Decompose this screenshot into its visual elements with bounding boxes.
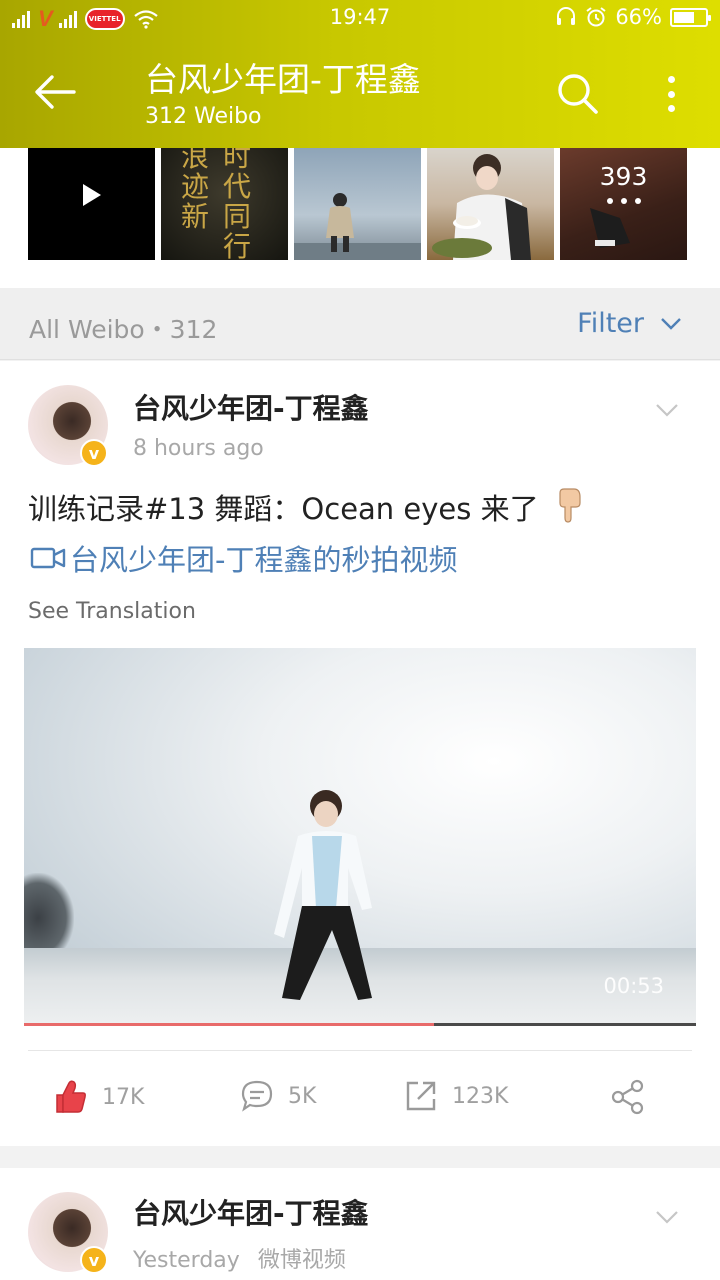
filter-bar: All Weibo・312 Filter — [0, 288, 720, 360]
video-progress-bar[interactable] — [24, 1023, 696, 1026]
battery-fill — [674, 11, 694, 23]
weibo-post[interactable]: v 台风少年团-丁程鑫 8 hours ago 训练记录#13 舞蹈：Ocean… — [0, 361, 720, 1146]
repost-count: 123K — [452, 1083, 509, 1109]
repost-button[interactable]: 123K — [404, 1079, 508, 1113]
video-dancer-figure — [274, 790, 372, 1000]
media-thumb-video[interactable] — [28, 148, 155, 260]
app-header: V VIETTEL 19:47 66% 台风少年团-丁程鑫 312 Weibo — [0, 0, 720, 148]
search-icon[interactable] — [556, 72, 600, 116]
post-text: 训练记录#13 舞蹈：Ocean eyes 来了 — [28, 485, 698, 533]
video-link-text: 台风少年团-丁程鑫的秒拍视频 — [70, 543, 458, 577]
comment-count: 5K — [288, 1083, 317, 1109]
verified-badge-icon: v — [80, 439, 108, 467]
title-block: 台风少年团-丁程鑫 312 Weibo — [145, 60, 421, 132]
pointing-down-emoji-icon — [559, 488, 581, 523]
more-photos-count: 393 — [599, 162, 648, 191]
video-link[interactable]: 台风少年团-丁程鑫的秒拍视频 — [30, 537, 457, 579]
post-menu-chevron-icon[interactable] — [654, 397, 680, 423]
battery-percent: 66% — [615, 5, 662, 29]
more-vertical-icon[interactable] — [656, 72, 686, 116]
post-time: Yesterday 微博视频 — [133, 1242, 346, 1274]
share-button[interactable] — [610, 1079, 646, 1115]
more-dots-icon — [560, 198, 687, 204]
video-duration: 00:53 — [603, 974, 664, 998]
poster-text-right: 时代同行 — [223, 148, 252, 260]
poster-text-left: 浪迹新 — [181, 148, 210, 233]
page-title: 台风少年团-丁程鑫 — [145, 60, 421, 99]
headset-icon — [557, 7, 576, 25]
post-text-content: 训练记录#13 舞蹈：Ocean eyes 来了 — [28, 492, 539, 526]
page-subtitle: 312 Weibo — [145, 104, 262, 129]
filter-button[interactable]: Filter — [577, 308, 682, 339]
author-name[interactable]: 台风少年团-丁程鑫 — [133, 1192, 369, 1232]
alarm-icon — [586, 7, 606, 27]
post-actions: 17K 5K 123K — [0, 1051, 720, 1146]
post-timestamp: Yesterday — [133, 1248, 240, 1273]
play-icon — [83, 184, 101, 206]
author-name[interactable]: 台风少年团-丁程鑫 — [133, 387, 369, 427]
back-arrow-icon[interactable] — [32, 72, 78, 112]
video-player[interactable]: 00:53 — [24, 648, 696, 1026]
like-button[interactable]: 17K — [52, 1079, 144, 1115]
person-dining — [432, 154, 531, 260]
post-time: 8 hours ago — [133, 436, 264, 461]
chevron-down-icon — [661, 317, 681, 330]
post-source: 微博视频 — [257, 1248, 346, 1273]
comment-icon — [241, 1080, 273, 1112]
repost-icon — [406, 1081, 436, 1111]
person-silhouette — [294, 193, 421, 260]
media-thumb-photo[interactable] — [427, 148, 554, 260]
post-timestamp: 8 hours ago — [133, 436, 264, 461]
status-bar: V VIETTEL 19:47 66% — [0, 0, 720, 38]
media-thumb-poster[interactable]: 浪迹新 时代同行 — [161, 148, 288, 260]
video-camera-icon — [30, 547, 66, 569]
video-progress-fill — [24, 1023, 434, 1026]
share-icon — [611, 1079, 644, 1115]
filter-label: Filter — [577, 308, 644, 339]
media-thumb-more[interactable]: 393 — [560, 148, 687, 260]
media-thumb-photo[interactable] — [294, 148, 421, 260]
status-right: 66% — [555, 5, 711, 29]
like-count: 17K — [102, 1084, 145, 1110]
media-strip: 浪迹新 时代同行 393 — [0, 148, 720, 288]
post-menu-chevron-icon[interactable] — [654, 1204, 680, 1230]
thumbs-up-icon — [56, 1080, 86, 1113]
comment-button[interactable]: 5K — [240, 1079, 316, 1113]
battery-icon — [670, 7, 711, 27]
all-weibo-count: All Weibo・312 — [29, 315, 218, 344]
see-translation-link[interactable]: See Translation — [28, 599, 196, 624]
weibo-post[interactable]: v 台风少年团-丁程鑫 Yesterday 微博视频 — [0, 1168, 720, 1280]
verified-badge-icon: v — [80, 1246, 108, 1274]
